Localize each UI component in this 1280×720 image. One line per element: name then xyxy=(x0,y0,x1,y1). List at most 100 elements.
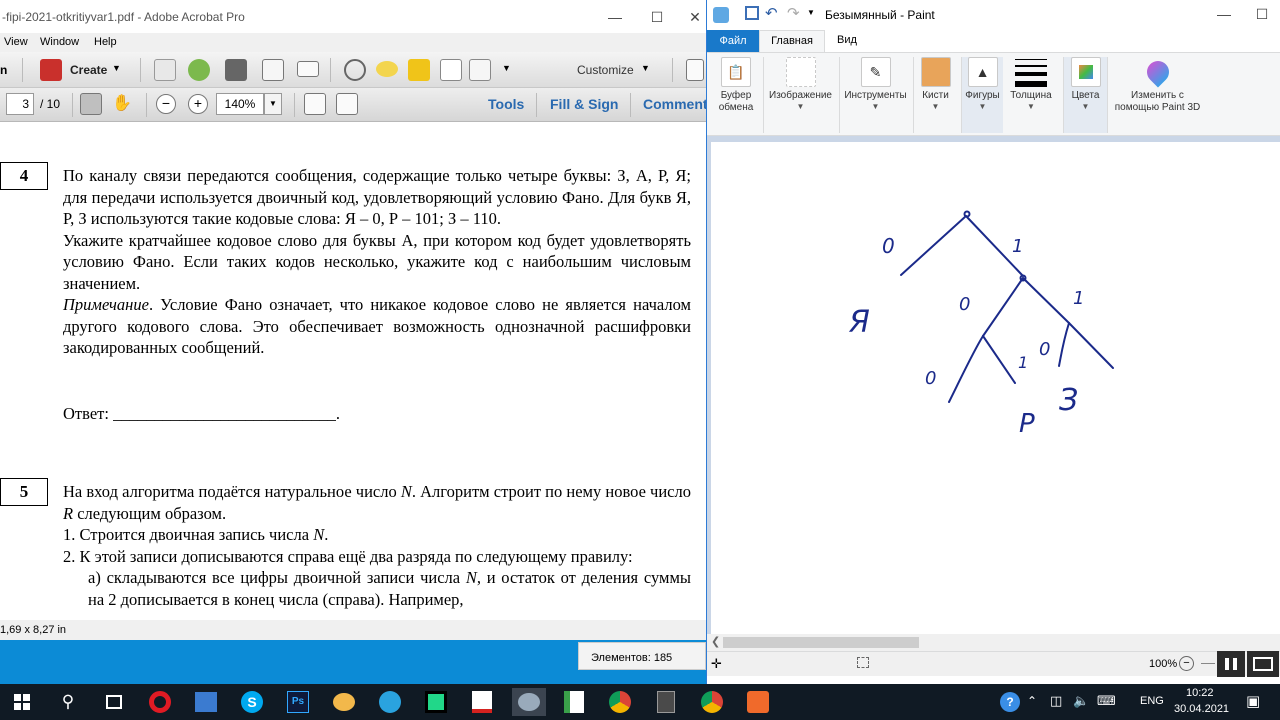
tools-group[interactable]: ✎ Инструменты ▼ xyxy=(839,57,911,133)
zoom-dropdown-icon[interactable]: ▼ xyxy=(264,93,282,115)
zoom-slider[interactable] xyxy=(1201,663,1215,664)
tools-tab[interactable]: Tools xyxy=(488,96,524,112)
help-icon[interactable]: ? xyxy=(996,688,1024,716)
customize-button[interactable]: Customize xyxy=(577,63,634,77)
zoom-out-icon[interactable]: − xyxy=(1179,656,1194,671)
tab-home[interactable]: Главная xyxy=(759,30,825,53)
comment-tab[interactable]: Comment xyxy=(643,96,708,112)
mail-icon[interactable] xyxy=(297,61,319,77)
zoom-level: 100% xyxy=(1149,658,1178,670)
menu-help[interactable]: Help xyxy=(94,36,117,48)
minimize-icon[interactable]: — xyxy=(1213,3,1235,25)
speaker-icon[interactable]: 🔈 xyxy=(1073,693,1089,709)
undo-icon[interactable]: ↶ xyxy=(765,4,778,22)
clock-date[interactable]: 30.04.2021 xyxy=(1174,703,1229,715)
pause-icon[interactable] xyxy=(1217,651,1245,677)
shapes-group[interactable]: ▲ Фигуры ▼ xyxy=(961,57,1003,133)
label-zero-low: 0 xyxy=(925,368,936,389)
more-tools-icon[interactable]: ▼ xyxy=(502,63,511,73)
chevron-down-icon[interactable]: ▼ xyxy=(641,63,650,73)
chevron-down-icon[interactable]: ▼ xyxy=(112,63,121,73)
tree-edge-left xyxy=(900,215,967,276)
screen-icon[interactable] xyxy=(1247,651,1279,677)
notes-icon[interactable] xyxy=(652,688,680,716)
tab-view[interactable]: Вид xyxy=(837,34,857,46)
network-app-icon[interactable] xyxy=(192,688,220,716)
search-icon[interactable]: ⚲ xyxy=(54,688,82,716)
acrobat-taskbar-icon[interactable] xyxy=(468,688,496,716)
close-icon[interactable]: ✕ xyxy=(684,6,706,28)
clipboard-group[interactable]: 📋 Буфер обмена xyxy=(711,57,761,133)
menu-view[interactable]: View xyxy=(4,36,28,48)
chrome-icon[interactable] xyxy=(606,688,634,716)
separator xyxy=(140,58,141,82)
clock-time[interactable]: 10:22 xyxy=(1186,687,1214,699)
chrome-profile-icon[interactable] xyxy=(698,688,726,716)
chevron-up-icon[interactable]: ⌃ xyxy=(1027,694,1037,708)
save-icon[interactable] xyxy=(745,6,759,20)
chevron-down-icon: ▼ xyxy=(871,102,880,111)
fill-sign-tab[interactable]: Fill & Sign xyxy=(550,96,618,112)
highlight-icon[interactable] xyxy=(408,59,430,81)
paint-taskbar-icon[interactable] xyxy=(330,688,358,716)
save-icon[interactable] xyxy=(154,59,176,81)
quick-access-menu-icon[interactable]: ▼ xyxy=(807,8,815,17)
redact-icon[interactable] xyxy=(440,59,462,81)
image-group[interactable]: Изображение ▼ xyxy=(763,57,837,133)
zoom-in-icon[interactable]: + xyxy=(188,94,208,114)
brushes-group[interactable]: Кисти ▼ xyxy=(913,57,957,133)
action-wizard-icon[interactable] xyxy=(469,59,491,81)
task-view-icon[interactable] xyxy=(100,688,128,716)
zoom-out-icon[interactable]: − xyxy=(156,94,176,114)
comment-bubble-icon[interactable] xyxy=(376,61,398,77)
horizontal-scrollbar[interactable]: ❮ xyxy=(707,634,1280,651)
edit-icon[interactable] xyxy=(262,59,284,81)
brush-icon xyxy=(920,57,951,87)
task-5-step-1: 1. Строится двоичная запись числа N. xyxy=(63,524,691,546)
colors-group[interactable]: Цвета ▼ xyxy=(1063,57,1107,133)
cloud-upload-icon[interactable] xyxy=(188,59,210,81)
scrollbar-thumb[interactable] xyxy=(723,637,919,648)
paint-active-taskbar-icon[interactable] xyxy=(512,688,546,716)
scroll-left-icon[interactable]: ❮ xyxy=(711,635,720,648)
drawing-canvas[interactable]: 0 1 Я 0 1 0 1 0 З Р xyxy=(711,142,1280,634)
create-button[interactable]: Create xyxy=(70,63,107,77)
fit-page-icon[interactable] xyxy=(304,93,326,115)
select-arrow-icon[interactable] xyxy=(80,93,102,115)
telegram-icon[interactable] xyxy=(376,688,404,716)
gear-icon[interactable] xyxy=(344,59,366,81)
language-indicator[interactable]: ENG xyxy=(1140,695,1164,707)
print-icon[interactable] xyxy=(225,59,247,81)
task-5-text-part: 1. Строится двоичная запись числа xyxy=(63,525,314,544)
page-number-input[interactable]: 3 xyxy=(6,93,34,115)
windows-start-icon[interactable] xyxy=(8,688,36,716)
network-icon[interactable]: ◫ xyxy=(1050,693,1062,709)
tools-label: Инструменты xyxy=(844,90,907,101)
skype-icon[interactable]: S xyxy=(238,688,266,716)
keyboard-icon[interactable]: ⌨ xyxy=(1097,693,1116,709)
full-screen-icon[interactable] xyxy=(336,93,358,115)
photoshop-icon[interactable]: Ps xyxy=(284,688,312,716)
maximize-icon[interactable]: ☐ xyxy=(1251,3,1273,25)
pycharm-icon[interactable] xyxy=(422,688,450,716)
maximize-icon[interactable]: ☐ xyxy=(646,6,668,28)
sublime-icon[interactable] xyxy=(744,688,772,716)
tab-file[interactable]: Файл xyxy=(707,30,759,52)
excel-like-icon[interactable] xyxy=(560,688,588,716)
thickness-group[interactable]: Толщина ▼ xyxy=(1005,57,1057,133)
minimize-icon[interactable]: — xyxy=(604,6,626,28)
var-r: R xyxy=(63,503,74,523)
menu-window[interactable]: Window xyxy=(40,36,79,48)
redo-icon[interactable]: ↷ xyxy=(787,4,800,22)
open-menu-fragment[interactable]: n xyxy=(0,63,7,77)
paint-title: Безымянный - Paint xyxy=(825,8,935,22)
paint3d-group[interactable]: Изменить с помощью Paint 3D xyxy=(1107,56,1207,133)
opera-icon[interactable] xyxy=(146,688,174,716)
hand-tool-icon[interactable]: ✋ xyxy=(112,93,134,115)
acrobat-title: -fipi-2021-otkritiyvar1.pdf - Adobe Acro… xyxy=(2,10,245,24)
task-5-text-part: следующим образом. xyxy=(73,503,227,523)
task-5-text-part: а) складываются все цифры двоичной запис… xyxy=(88,568,466,587)
notifications-icon[interactable]: ▣ xyxy=(1246,692,1260,710)
zoom-input[interactable]: 140% xyxy=(216,93,264,115)
expand-icon[interactable] xyxy=(686,59,704,81)
